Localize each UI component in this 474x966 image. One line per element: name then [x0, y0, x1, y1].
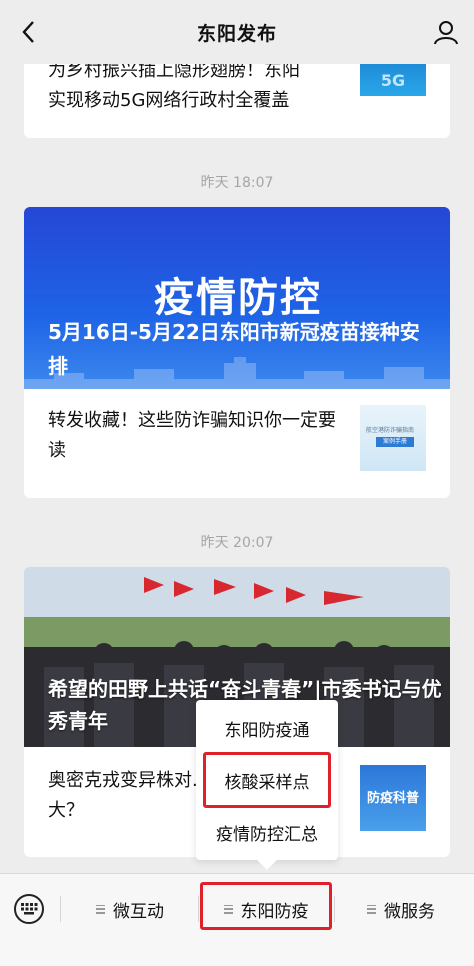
- article-thumbnail: 防疫科普: [360, 765, 426, 831]
- menu-label: 微互动: [113, 901, 164, 922]
- article-thumbnail: 航空港防诈骗指南 案例手册: [360, 405, 426, 471]
- article-title[interactable]: 转发收藏！这些防诈骗知识你一定要读: [48, 406, 338, 466]
- back-button[interactable]: [14, 18, 42, 46]
- keyboard-toggle-button[interactable]: [14, 894, 44, 924]
- menu-label: 东阳防疫: [240, 901, 309, 922]
- menu-list-icon: [367, 904, 376, 914]
- article-card-5g[interactable]: 为乡村振兴插上隐形翅膀！东阳 实现移动5G网络行政村全覆盖 5G: [24, 64, 450, 138]
- submenu-item-nucleic-acid-sampling[interactable]: 核酸采样点: [196, 754, 338, 806]
- featured-article-banner[interactable]: 疫情防控 5月16日-5月22日东阳市新冠疫苗接种安排: [24, 207, 450, 389]
- menu-list-icon: [96, 904, 105, 914]
- menu-dongyang-epidemic[interactable]: 东阳防疫: [200, 886, 332, 932]
- menu-weihudong[interactable]: 微互动: [62, 886, 198, 932]
- thumbnail-label: 防疫科普: [366, 791, 419, 806]
- bottom-menu-bar: 微互动 东阳防疫 微服务: [0, 873, 474, 966]
- menu-label: 微服务: [384, 901, 435, 922]
- profile-button[interactable]: [432, 18, 460, 46]
- menu-weifuwu[interactable]: 微服务: [336, 886, 466, 932]
- keyboard-icon: [21, 903, 38, 915]
- submenu-popup: 东阳防疫通 核酸采样点 疫情防控汇总: [196, 700, 338, 870]
- thumbnail-caption: 航空港防诈骗指南: [366, 427, 415, 434]
- article-title: 为乡村振兴插上隐形翅膀！东阳 实现移动5G网络行政村全覆盖: [48, 64, 348, 116]
- submenu-item-dongyang-epidemic-pass[interactable]: 东阳防疫通: [196, 702, 338, 754]
- article-title-line: 实现移动5G网络行政村全覆盖: [48, 90, 290, 111]
- divider: [60, 896, 61, 922]
- divider: [198, 896, 199, 922]
- timestamp: 昨天 18:07: [200, 175, 274, 191]
- thumbnail-label: 5G: [380, 70, 406, 90]
- page-title: 东阳发布: [196, 22, 277, 45]
- timestamp: 昨天 20:07: [200, 535, 274, 551]
- nav-header: 东阳发布: [0, 0, 474, 64]
- article-thumbnail: 5G: [360, 64, 426, 96]
- user-icon: [434, 21, 458, 45]
- article-title-line: 为乡村振兴插上隐形翅膀！东阳: [48, 64, 300, 81]
- skyline-illustration: [24, 357, 450, 389]
- chevron-left-icon: [22, 21, 34, 43]
- menu-list-icon: [223, 904, 233, 914]
- article-group-epidemic: 疫情防控 5月16日-5月22日东阳市新冠疫苗接种安排 转发收藏！这些防诈骗知识…: [24, 207, 450, 498]
- app-screen: 东阳发布 为乡村振兴插上隐形翅膀！东阳 实现移动5G网络行政村全覆盖 5G 昨天…: [0, 0, 474, 966]
- divider: [334, 896, 335, 922]
- thumbnail-badge: 案例手册: [376, 437, 414, 447]
